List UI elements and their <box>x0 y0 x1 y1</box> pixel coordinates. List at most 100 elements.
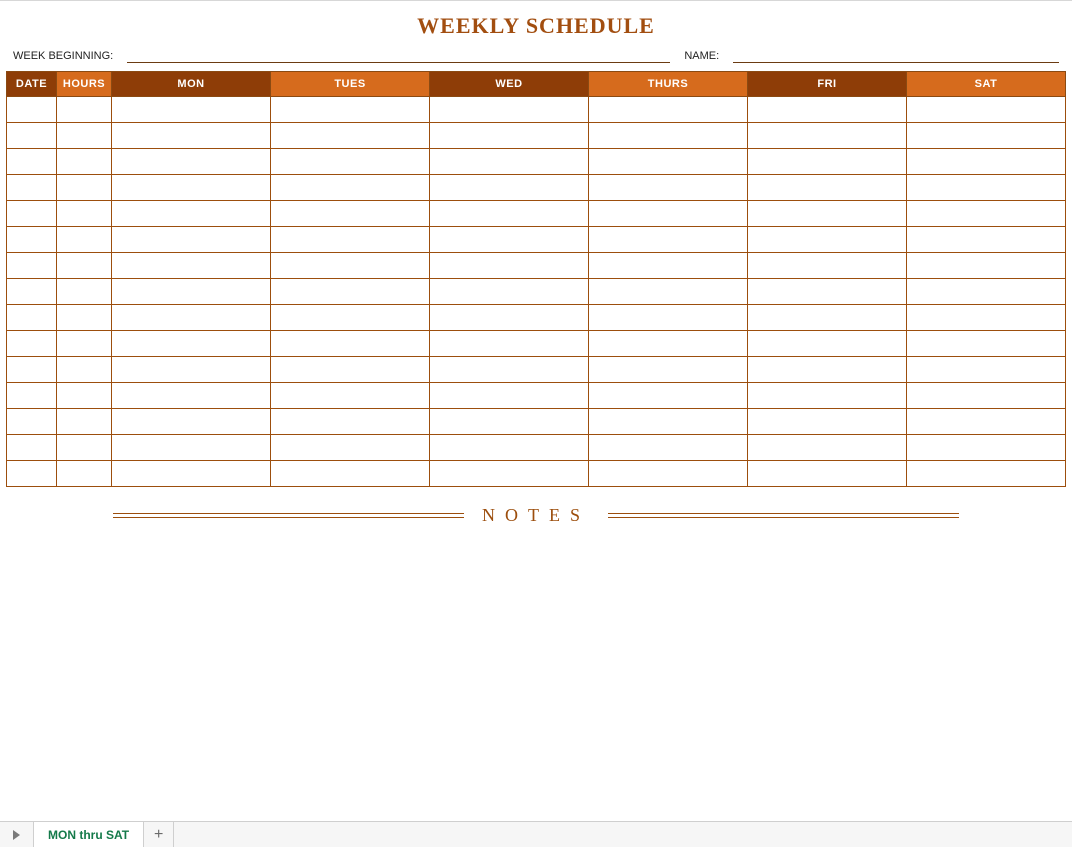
table-cell[interactable] <box>748 97 907 123</box>
table-cell[interactable] <box>7 149 57 175</box>
table-cell[interactable] <box>430 123 589 149</box>
table-cell[interactable] <box>430 305 589 331</box>
table-cell[interactable] <box>57 97 112 123</box>
table-cell[interactable] <box>907 123 1066 149</box>
table-cell[interactable] <box>430 435 589 461</box>
table-cell[interactable] <box>271 305 430 331</box>
table-cell[interactable] <box>7 227 57 253</box>
table-cell[interactable] <box>748 435 907 461</box>
table-cell[interactable] <box>7 409 57 435</box>
add-sheet-button[interactable]: + <box>144 822 174 847</box>
table-cell[interactable] <box>112 409 271 435</box>
table-cell[interactable] <box>589 123 748 149</box>
table-cell[interactable] <box>112 97 271 123</box>
table-cell[interactable] <box>57 149 112 175</box>
table-cell[interactable] <box>589 461 748 487</box>
sheet-tab-active[interactable]: MON thru SAT <box>34 822 144 847</box>
table-cell[interactable] <box>748 331 907 357</box>
table-cell[interactable] <box>907 357 1066 383</box>
table-cell[interactable] <box>271 331 430 357</box>
table-cell[interactable] <box>589 227 748 253</box>
table-cell[interactable] <box>57 201 112 227</box>
table-cell[interactable] <box>112 123 271 149</box>
table-cell[interactable] <box>430 253 589 279</box>
table-cell[interactable] <box>112 175 271 201</box>
table-cell[interactable] <box>57 461 112 487</box>
table-cell[interactable] <box>907 461 1066 487</box>
table-cell[interactable] <box>271 201 430 227</box>
table-cell[interactable] <box>907 305 1066 331</box>
table-cell[interactable] <box>589 383 748 409</box>
table-cell[interactable] <box>748 409 907 435</box>
table-cell[interactable] <box>271 97 430 123</box>
table-cell[interactable] <box>748 253 907 279</box>
table-cell[interactable] <box>589 97 748 123</box>
table-cell[interactable] <box>589 409 748 435</box>
week-beginning-input[interactable] <box>127 49 670 63</box>
table-cell[interactable] <box>430 97 589 123</box>
table-cell[interactable] <box>907 149 1066 175</box>
table-cell[interactable] <box>7 279 57 305</box>
table-cell[interactable] <box>271 279 430 305</box>
table-cell[interactable] <box>271 149 430 175</box>
table-cell[interactable] <box>748 149 907 175</box>
table-cell[interactable] <box>907 175 1066 201</box>
table-cell[interactable] <box>748 305 907 331</box>
table-cell[interactable] <box>589 149 748 175</box>
table-cell[interactable] <box>57 305 112 331</box>
table-cell[interactable] <box>430 175 589 201</box>
table-cell[interactable] <box>57 357 112 383</box>
table-cell[interactable] <box>589 201 748 227</box>
table-cell[interactable] <box>430 383 589 409</box>
table-cell[interactable] <box>589 305 748 331</box>
table-cell[interactable] <box>430 461 589 487</box>
table-cell[interactable] <box>430 331 589 357</box>
table-cell[interactable] <box>112 357 271 383</box>
table-cell[interactable] <box>271 409 430 435</box>
table-cell[interactable] <box>271 383 430 409</box>
table-cell[interactable] <box>271 357 430 383</box>
table-cell[interactable] <box>271 253 430 279</box>
table-cell[interactable] <box>112 201 271 227</box>
table-cell[interactable] <box>57 409 112 435</box>
table-cell[interactable] <box>430 357 589 383</box>
table-cell[interactable] <box>748 357 907 383</box>
table-cell[interactable] <box>271 175 430 201</box>
table-cell[interactable] <box>430 201 589 227</box>
tab-nav-button[interactable] <box>0 822 34 847</box>
table-cell[interactable] <box>112 383 271 409</box>
table-cell[interactable] <box>7 253 57 279</box>
table-cell[interactable] <box>7 123 57 149</box>
table-cell[interactable] <box>748 123 907 149</box>
table-cell[interactable] <box>430 227 589 253</box>
table-cell[interactable] <box>7 357 57 383</box>
table-cell[interactable] <box>112 331 271 357</box>
table-cell[interactable] <box>57 253 112 279</box>
table-cell[interactable] <box>57 383 112 409</box>
table-cell[interactable] <box>7 435 57 461</box>
table-cell[interactable] <box>907 227 1066 253</box>
table-cell[interactable] <box>57 227 112 253</box>
table-cell[interactable] <box>748 227 907 253</box>
table-cell[interactable] <box>112 279 271 305</box>
table-cell[interactable] <box>748 461 907 487</box>
table-cell[interactable] <box>7 201 57 227</box>
table-cell[interactable] <box>112 227 271 253</box>
table-cell[interactable] <box>7 461 57 487</box>
table-cell[interactable] <box>57 435 112 461</box>
table-cell[interactable] <box>907 97 1066 123</box>
table-cell[interactable] <box>7 383 57 409</box>
table-cell[interactable] <box>748 279 907 305</box>
table-cell[interactable] <box>748 383 907 409</box>
table-cell[interactable] <box>57 331 112 357</box>
table-cell[interactable] <box>907 201 1066 227</box>
table-cell[interactable] <box>57 279 112 305</box>
table-cell[interactable] <box>430 279 589 305</box>
table-cell[interactable] <box>271 227 430 253</box>
table-cell[interactable] <box>907 331 1066 357</box>
table-cell[interactable] <box>7 175 57 201</box>
table-cell[interactable] <box>907 253 1066 279</box>
table-cell[interactable] <box>271 123 430 149</box>
table-cell[interactable] <box>112 461 271 487</box>
table-cell[interactable] <box>271 461 430 487</box>
